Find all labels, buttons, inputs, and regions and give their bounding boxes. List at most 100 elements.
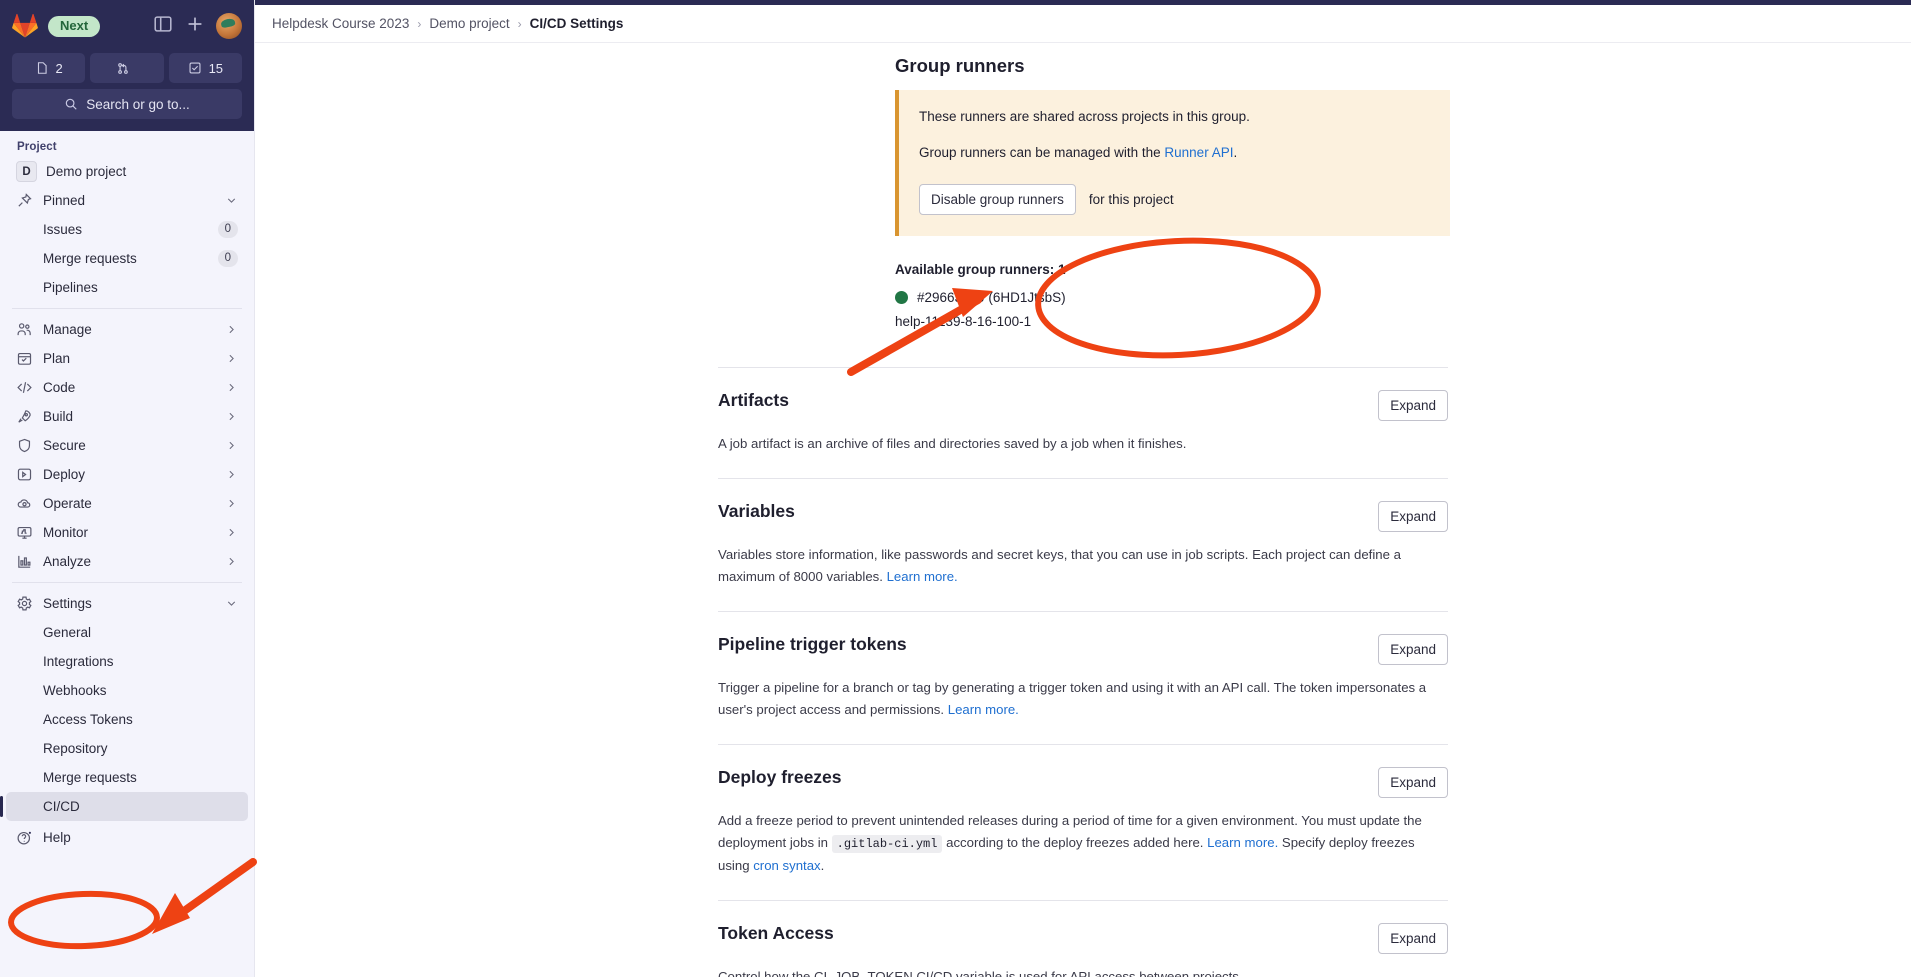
group-runners-title: Group runners — [895, 55, 1911, 77]
inline-link[interactable]: Learn more. — [948, 702, 1019, 717]
sidebar-item-general[interactable]: General — [6, 618, 248, 647]
sidebar-item-deploy[interactable]: Deploy — [6, 460, 248, 489]
sidebar-item-plan[interactable]: Plan — [6, 344, 248, 373]
inline-link[interactable]: cron syntax — [753, 858, 820, 873]
merge-requests-counter[interactable] — [90, 53, 163, 83]
alert-line-2-post: . — [1233, 145, 1237, 160]
sidebar-divider — [12, 308, 242, 309]
sidebar-header: Next 2 — [0, 0, 254, 131]
sidebar-item-merge-requests[interactable]: Merge requests 0 — [6, 244, 248, 273]
section-description: Variables store information, like passwo… — [718, 544, 1448, 588]
inline-text: according to the deploy freezes added he… — [942, 835, 1207, 850]
sidebar-item-help[interactable]: Help — [6, 823, 248, 852]
inline-text: Control how the CI_JOB_TOKEN CI/CD varia… — [718, 969, 1243, 977]
runner-status-dot-icon — [895, 291, 908, 304]
gear-icon — [16, 595, 33, 612]
sidebar-item-label: Integrations — [43, 654, 238, 669]
breadcrumb-item-group[interactable]: Helpdesk Course 2023 — [272, 16, 409, 31]
deploy-icon — [16, 466, 33, 483]
todos-counter[interactable]: 15 — [169, 53, 242, 83]
expand-button-deploy-freezes[interactable]: Expand — [1378, 767, 1448, 798]
sidebar-section-label: Project — [0, 135, 254, 157]
sidebar-item-analyze[interactable]: Analyze — [6, 547, 248, 576]
sidebar-item-label: Analyze — [43, 554, 225, 569]
breadcrumb-item-current[interactable]: CI/CD Settings — [530, 16, 624, 31]
runner-id-label[interactable]: #29663329 (6HD1JtsbS) — [917, 290, 1066, 305]
settings-section-pipeline-trigger-tokens: Pipeline trigger tokens Expand Trigger a… — [718, 611, 1448, 744]
inline-link[interactable]: Learn more. — [887, 569, 958, 584]
chevron-right-icon — [225, 381, 238, 394]
expand-button-token-access[interactable]: Expand — [1378, 923, 1448, 954]
sidebar-item-integrations[interactable]: Integrations — [6, 647, 248, 676]
sidebar-item-monitor[interactable]: Monitor — [6, 518, 248, 547]
inline-text: A job artifact is an archive of files an… — [718, 436, 1186, 451]
expand-button-artifacts[interactable]: Expand — [1378, 390, 1448, 421]
sidebar-item-label: Help — [43, 830, 238, 845]
section-title: Pipeline trigger tokens — [718, 634, 907, 655]
sidebar-item-label: Deploy — [43, 467, 225, 482]
sidebar-item-settings[interactable]: Settings — [6, 589, 248, 618]
settings-section-deploy-freezes: Deploy freezes Expand Add a freeze perio… — [718, 744, 1448, 900]
next-badge: Next — [48, 16, 100, 37]
section-title: Artifacts — [718, 390, 789, 411]
chevron-right-icon — [225, 555, 238, 568]
shield-icon — [16, 437, 33, 454]
section-description: Control how the CI_JOB_TOKEN CI/CD varia… — [718, 966, 1448, 977]
sidebar-item-label: Pipelines — [43, 280, 238, 295]
sidebar-item-settings-merge-requests[interactable]: Merge requests — [6, 763, 248, 792]
sidebar-item-operate[interactable]: Operate — [6, 489, 248, 518]
users-icon — [16, 321, 33, 338]
sidebar-item-label: Secure — [43, 438, 225, 453]
expand-button-variables[interactable]: Expand — [1378, 501, 1448, 532]
sidebar-footer: Help — [0, 821, 254, 862]
sidebar-item-label: Manage — [43, 322, 225, 337]
breadcrumb-separator-icon: › — [518, 17, 522, 31]
user-avatar[interactable] — [216, 13, 242, 39]
breadcrumb-item-project[interactable]: Demo project — [429, 16, 509, 31]
sidebar-item-label: Operate — [43, 496, 225, 511]
app-root: Next 2 — [0, 0, 1911, 977]
sidebar-item-build[interactable]: Build — [6, 402, 248, 431]
search-input[interactable]: Search or go to... — [12, 89, 242, 119]
sidebar-item-secure[interactable]: Secure — [6, 431, 248, 460]
issues-counter[interactable]: 2 — [12, 53, 85, 83]
inline-text: . — [821, 858, 825, 873]
for-this-project-label: for this project — [1089, 192, 1174, 207]
sidebar-item-label: CI/CD — [43, 799, 238, 814]
sidebar-nav: Project D Demo project Pinned Issues 0 — [0, 131, 254, 977]
runner-api-link[interactable]: Runner API — [1164, 145, 1233, 160]
sidebar: Next 2 — [0, 0, 255, 977]
inline-link[interactable]: Learn more. — [1207, 835, 1278, 850]
sidebar-item-pipelines[interactable]: Pipelines — [6, 273, 248, 302]
sidebar-item-demo-project[interactable]: D Demo project — [6, 157, 248, 186]
cloud-gear-icon — [16, 495, 33, 512]
issues-icon — [35, 61, 49, 75]
sidebar-item-label: Demo project — [46, 164, 238, 179]
alert-line-2-pre: Group runners can be managed with the — [919, 145, 1164, 160]
sidebar-item-label: Access Tokens — [43, 712, 238, 727]
sidebar-item-label: Build — [43, 409, 225, 424]
section-description: Trigger a pipeline for a branch or tag b… — [718, 677, 1448, 721]
toggle-sidebar-icon[interactable] — [152, 13, 174, 40]
code-icon — [16, 379, 33, 396]
sidebar-item-repository[interactable]: Repository — [6, 734, 248, 763]
gitlab-logo-icon[interactable] — [12, 13, 38, 39]
plus-icon[interactable] — [184, 13, 206, 40]
sidebar-item-webhooks[interactable]: Webhooks — [6, 676, 248, 705]
breadcrumb: Helpdesk Course 2023 › Demo project › CI… — [255, 5, 1911, 43]
expand-button-pipeline-trigger-tokens[interactable]: Expand — [1378, 634, 1448, 665]
sidebar-item-issues[interactable]: Issues 0 — [6, 215, 248, 244]
merge-request-icon — [116, 61, 130, 76]
sidebar-item-label: Monitor — [43, 525, 225, 540]
sidebar-item-manage[interactable]: Manage — [6, 315, 248, 344]
sidebar-item-code[interactable]: Code — [6, 373, 248, 402]
settings-section-variables: Variables Expand Variables store informa… — [718, 478, 1448, 611]
sidebar-item-cicd[interactable]: CI/CD — [6, 792, 248, 821]
sidebar-item-pinned[interactable]: Pinned — [6, 186, 248, 215]
sidebar-item-access-tokens[interactable]: Access Tokens — [6, 705, 248, 734]
search-icon — [64, 97, 78, 111]
runner-host-label: help-11139-8-16-100-1 — [895, 314, 1911, 329]
section-title: Deploy freezes — [718, 767, 842, 788]
alert-line-1: These runners are shared across projects… — [919, 107, 1430, 126]
disable-group-runners-button[interactable]: Disable group runners — [919, 184, 1076, 215]
